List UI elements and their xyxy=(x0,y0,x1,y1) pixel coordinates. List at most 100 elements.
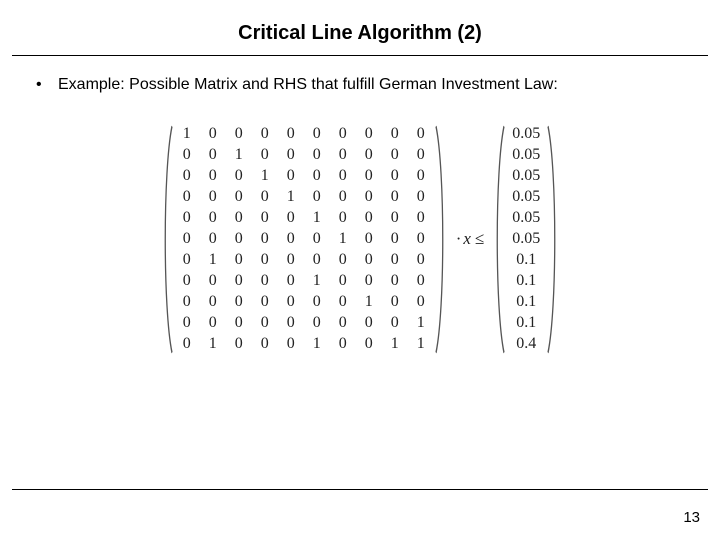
matrix-cell: 0 xyxy=(382,271,408,292)
matrix-cell: 0 xyxy=(304,292,330,313)
matrix-cell: 0 xyxy=(174,166,200,187)
matrix-cell: 0 xyxy=(408,208,434,229)
matrix-cell: 0 xyxy=(174,334,200,355)
matrix-cell: 0 xyxy=(356,271,382,292)
matrix-cell: 0 xyxy=(408,271,434,292)
vector-cell: 0.05 xyxy=(506,229,546,250)
matrix-cell: 0 xyxy=(252,313,278,334)
matrix-cell: 0 xyxy=(330,313,356,334)
vector-cell: 0.1 xyxy=(506,271,546,292)
vector-cell: 0.05 xyxy=(506,208,546,229)
matrix-cell: 0 xyxy=(330,271,356,292)
matrix-cell: 0 xyxy=(304,229,330,250)
matrix-cell: 0 xyxy=(330,187,356,208)
vector-cell: 0.05 xyxy=(506,145,546,166)
matrix-cell: 0 xyxy=(226,208,252,229)
matrix-cell: 0 xyxy=(356,124,382,145)
matrix-cell: 0 xyxy=(174,271,200,292)
matrix-cell: 0 xyxy=(382,292,408,313)
matrix-cell: 0 xyxy=(356,166,382,187)
matrix-cell: 0 xyxy=(226,229,252,250)
matrix-cell: 0 xyxy=(304,250,330,271)
matrix-cell: 0 xyxy=(252,145,278,166)
matrix-cell: 0 xyxy=(174,250,200,271)
matrix-cell: 0 xyxy=(304,124,330,145)
vector-cell: 0.4 xyxy=(506,334,546,355)
matrix-cell: 0 xyxy=(252,334,278,355)
bullet-item: Example: Possible Matrix and RHS that fu… xyxy=(30,74,690,96)
matrix-cell: 0 xyxy=(278,208,304,229)
matrix-cell: 1 xyxy=(304,334,330,355)
matrix-cell: 0 xyxy=(226,250,252,271)
matrix-cell: 0 xyxy=(200,166,226,187)
matrix-cell: 0 xyxy=(226,187,252,208)
matrix-cell: 0 xyxy=(200,271,226,292)
matrix-cell: 1 xyxy=(356,292,382,313)
matrix-cell: 0 xyxy=(408,292,434,313)
matrix-cell: 0 xyxy=(382,187,408,208)
matrix-cell: 0 xyxy=(304,145,330,166)
matrix-cell: 1 xyxy=(408,334,434,355)
matrix-cell: 0 xyxy=(304,166,330,187)
matrix-cell: 0 xyxy=(278,166,304,187)
matrix-cell: 0 xyxy=(174,313,200,334)
matrix-cell: 1 xyxy=(278,187,304,208)
matrix-cell: 0 xyxy=(174,292,200,313)
matrix-cell: 0 xyxy=(330,250,356,271)
matrix-cell: 0 xyxy=(226,334,252,355)
matrix-cell: 1 xyxy=(200,250,226,271)
matrix-cell: 0 xyxy=(278,250,304,271)
matrix-cell: 0 xyxy=(408,166,434,187)
matrix-cell: 0 xyxy=(330,208,356,229)
matrix-cell: 0 xyxy=(226,271,252,292)
vector-cell: 0.05 xyxy=(506,166,546,187)
matrix-cell: 0 xyxy=(382,250,408,271)
matrix-cell: 0 xyxy=(226,292,252,313)
matrix-cell: 0 xyxy=(356,229,382,250)
matrix-cell: 0 xyxy=(200,124,226,145)
matrix-cell: 0 xyxy=(226,124,252,145)
matrix-cell: 0 xyxy=(226,313,252,334)
matrix-cell: 1 xyxy=(200,334,226,355)
math-block: 1000000000001000000000010000000000100000… xyxy=(30,124,690,355)
matrix-cell: 0 xyxy=(278,313,304,334)
matrix-cell: 0 xyxy=(304,313,330,334)
matrix-cell: 0 xyxy=(278,271,304,292)
matrix-cell: 0 xyxy=(330,145,356,166)
matrix-cell: 0 xyxy=(408,187,434,208)
matrix-cell: 0 xyxy=(174,187,200,208)
matrix-cell: 0 xyxy=(382,145,408,166)
matrix-cell: 0 xyxy=(330,292,356,313)
vector-table: 0.050.050.050.050.050.050.10.10.10.10.4 xyxy=(506,124,546,355)
matrix-cell: 1 xyxy=(408,313,434,334)
matrix-cell: 0 xyxy=(200,313,226,334)
matrix-cell: 0 xyxy=(278,229,304,250)
matrix-cell: 0 xyxy=(174,208,200,229)
matrix-cell: 1 xyxy=(252,166,278,187)
matrix-cell: 0 xyxy=(252,229,278,250)
matrix-cell: 0 xyxy=(408,124,434,145)
matrix-cell: 1 xyxy=(226,145,252,166)
operator: ·x≤ xyxy=(448,229,493,249)
matrix-cell: 0 xyxy=(252,250,278,271)
matrix-table: 1000000000001000000000010000000000100000… xyxy=(174,124,434,355)
vector-cell: 0.05 xyxy=(506,124,546,145)
matrix-cell: 0 xyxy=(330,124,356,145)
divider-bottom xyxy=(12,489,708,490)
matrix-cell: 1 xyxy=(174,124,200,145)
matrix-cell: 0 xyxy=(252,124,278,145)
matrix-cell: 0 xyxy=(226,166,252,187)
matrix-cell: 0 xyxy=(356,145,382,166)
matrix-cell: 0 xyxy=(200,187,226,208)
matrix-cell: 0 xyxy=(304,187,330,208)
matrix-cell: 0 xyxy=(252,271,278,292)
matrix-cell: 0 xyxy=(330,334,356,355)
matrix-cell: 0 xyxy=(356,187,382,208)
matrix-cell: 0 xyxy=(174,145,200,166)
matrix-cell: 0 xyxy=(252,187,278,208)
matrix-cell: 0 xyxy=(330,166,356,187)
page-number: 13 xyxy=(683,509,700,526)
matrix-cell: 0 xyxy=(174,229,200,250)
paren-right-icon xyxy=(546,124,560,355)
matrix-cell: 0 xyxy=(382,166,408,187)
